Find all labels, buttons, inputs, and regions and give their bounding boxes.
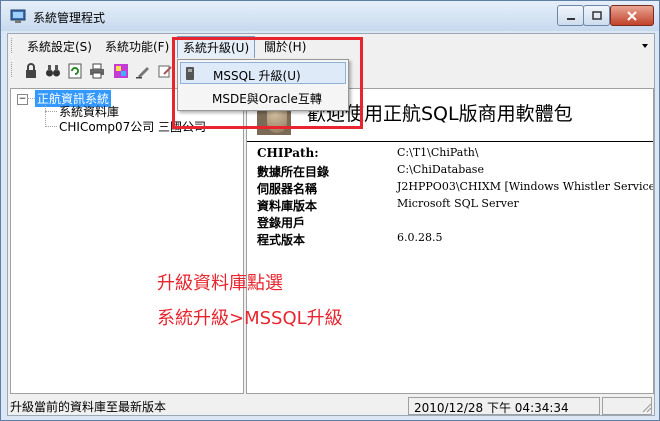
minimize-button[interactable] <box>557 5 584 26</box>
palette-button[interactable] <box>112 62 130 80</box>
title-bar[interactable]: 系統管理程式 <box>1 1 659 31</box>
app-window: 系統管理程式 系統設定(S) 系統功能(F) 系統升級(U) 關於(H) − 正… <box>0 0 660 421</box>
status-datetime: 2010/12/28 下午 04:34:34 <box>414 401 569 415</box>
divider <box>247 141 653 142</box>
status-message: 升級當前的資料庫至最新版本 <box>10 400 167 414</box>
info-label: 登錄用戶 <box>257 216 306 230</box>
refresh-icon <box>68 63 82 79</box>
lock-button[interactable] <box>22 62 40 80</box>
info-label: CHIPath: <box>257 146 319 160</box>
printer-icon <box>90 63 104 79</box>
tree-panel[interactable]: − 正航資訊系統 系統資料庫 CHIComp07公司 三國公司 <box>10 88 244 394</box>
annotation-line1: 升級資料庫點選 <box>157 273 283 294</box>
menu-system-functions[interactable]: 系統功能(F) <box>105 38 169 55</box>
search-button[interactable] <box>44 62 62 80</box>
menu-system-settings[interactable]: 系統設定(S) <box>27 38 92 55</box>
maximize-button[interactable] <box>583 5 610 26</box>
close-button[interactable] <box>610 5 654 26</box>
info-panel: 歡迎使用正航SQL版商用軟體包 CHIPath: C:\T1\ChiPath\ … <box>246 88 654 394</box>
info-label: 程式版本 <box>257 233 306 247</box>
info-label: 數據所在目錄 <box>257 165 330 179</box>
edit-icon <box>158 65 172 78</box>
info-label: 伺服器名稱 <box>257 182 318 196</box>
tree-collapse-toggle[interactable]: − <box>17 94 28 105</box>
resize-grip-icon[interactable] <box>642 403 652 413</box>
window-title: 系統管理程式 <box>33 11 106 25</box>
info-value: Microsoft SQL Server <box>397 197 519 210</box>
tree-connector <box>45 126 57 127</box>
pen-icon <box>136 67 149 79</box>
lock-icon <box>26 63 36 78</box>
pen-button[interactable] <box>134 62 152 80</box>
menu-grip <box>11 38 15 53</box>
close-icon <box>627 10 637 21</box>
info-label: 資料庫版本 <box>257 199 318 213</box>
app-icon <box>10 9 26 23</box>
info-value: 6.0.28.5 <box>397 231 443 244</box>
print-button[interactable] <box>88 62 106 80</box>
binoculars-icon <box>46 65 60 77</box>
annotation-line2: 系統升級>MSSQL升級 <box>157 308 343 329</box>
menu-overflow-icon[interactable] <box>642 44 648 48</box>
maximize-icon <box>591 10 602 20</box>
highlight-box <box>172 37 363 129</box>
info-value: C:\ChiDatabase <box>397 163 484 176</box>
palette-icon <box>114 64 128 78</box>
info-value: C:\T1\ChiPath\ <box>397 146 479 159</box>
refresh-button[interactable] <box>66 62 84 80</box>
toolbar-grip <box>11 62 15 77</box>
tree-connector <box>45 105 46 127</box>
minimize-icon <box>566 17 575 20</box>
tree-connector <box>45 111 57 112</box>
tree-connector <box>27 98 35 99</box>
info-value: J2HPPO03\CHIXM [Windows Whistler Service… <box>397 180 654 193</box>
status-bar: 升級當前的資料庫至最新版本 2010/12/28 下午 04:34:34 <box>8 396 654 415</box>
